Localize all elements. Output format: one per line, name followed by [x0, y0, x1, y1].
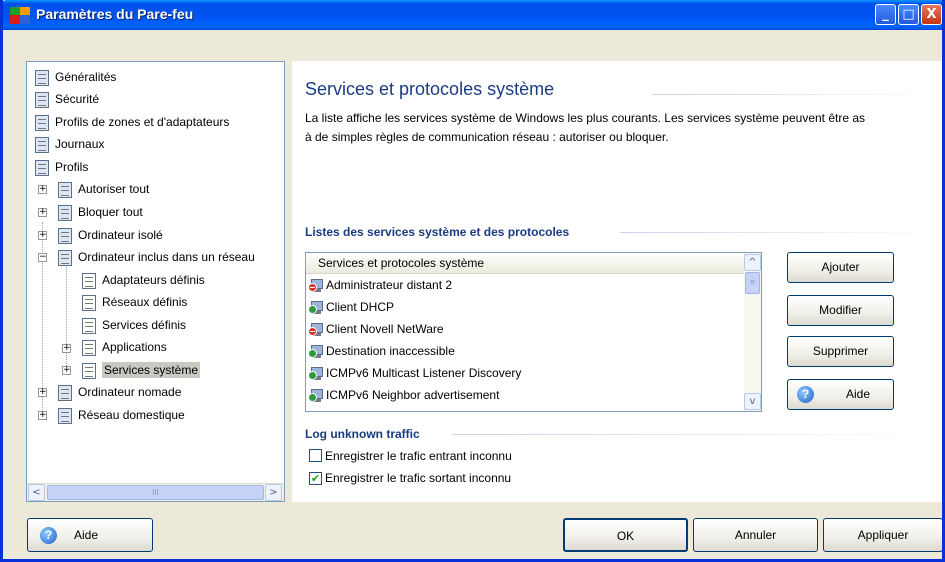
- expand-toggle-icon[interactable]: +: [38, 231, 47, 240]
- tree-horizontal-scrollbar[interactable]: < III >: [27, 483, 284, 501]
- log-outgoing-label[interactable]: Enregistrer le trafic sortant inconnu: [325, 471, 511, 485]
- cancel-button[interactable]: Annuler: [693, 518, 818, 552]
- tree-item-securite[interactable]: Sécurité: [35, 89, 99, 109]
- add-button[interactable]: Ajouter: [787, 252, 894, 283]
- tree-item-ordinateur-reseau[interactable]: Ordinateur inclus dans un réseau: [58, 247, 255, 267]
- scroll-thumb[interactable]: ≡: [745, 272, 760, 294]
- page-description: La liste affiche les services système de…: [305, 111, 866, 144]
- document-icon: [82, 272, 96, 289]
- list-item[interactable]: Destination inaccessible: [308, 341, 744, 362]
- list-section-title: Listes des services système et des proto…: [305, 225, 570, 239]
- section-divider: [452, 434, 940, 435]
- title-bar[interactable]: Paramètres du Pare-feu _ □ X: [3, 0, 942, 30]
- minimize-button[interactable]: _: [875, 4, 896, 25]
- page-title: Services et protocoles système: [305, 79, 555, 99]
- service-allowed-icon: [308, 344, 324, 360]
- scroll-thumb[interactable]: III: [47, 485, 264, 500]
- close-button[interactable]: X: [921, 4, 942, 25]
- document-icon: [58, 407, 72, 424]
- list-item[interactable]: Client Novell NetWare: [308, 319, 744, 340]
- tree-connector-line: [42, 222, 43, 412]
- expand-toggle-icon[interactable]: +: [38, 208, 47, 217]
- tree-item-reseaux-definis[interactable]: Réseaux définis: [82, 292, 187, 312]
- expand-toggle-icon[interactable]: +: [62, 344, 71, 353]
- scroll-right-button[interactable]: >: [265, 484, 282, 501]
- tree-item-applications[interactable]: Applications: [82, 337, 167, 357]
- document-icon: [58, 227, 72, 244]
- tree-item-autoriser-tout[interactable]: Autoriser tout: [58, 179, 149, 199]
- title-divider: [652, 94, 942, 95]
- document-icon: [35, 136, 49, 153]
- tree-item-services-systeme[interactable]: Services système: [82, 360, 201, 380]
- document-icon: [82, 317, 96, 334]
- apply-button[interactable]: Appliquer: [823, 518, 942, 552]
- list-item[interactable]: Administrateur distant 2: [308, 275, 744, 296]
- tree-connector-line: [66, 267, 67, 372]
- service-allowed-icon: [308, 300, 324, 316]
- document-icon: [58, 384, 72, 401]
- expand-toggle-icon[interactable]: +: [62, 366, 71, 375]
- expand-toggle-icon[interactable]: +: [38, 411, 47, 420]
- footer-help-button[interactable]: ? Aide: [27, 518, 153, 552]
- scroll-left-button[interactable]: <: [28, 484, 45, 501]
- list-item[interactable]: ICMPv6 Multicast Listener Discovery: [308, 363, 744, 384]
- tree-item-bloquer-tout[interactable]: Bloquer tout: [58, 202, 143, 222]
- document-icon: [82, 294, 96, 311]
- log-incoming-checkbox[interactable]: [309, 449, 322, 462]
- tree-item-ordinateur-isole[interactable]: Ordinateur isolé: [58, 225, 163, 245]
- log-outgoing-checkbox[interactable]: ✔: [309, 472, 322, 485]
- tree-item-ordinateur-nomade[interactable]: Ordinateur nomade: [58, 382, 181, 402]
- delete-button[interactable]: Supprimer: [787, 336, 894, 367]
- tree-item-adaptateurs-definis[interactable]: Adaptateurs définis: [82, 270, 205, 290]
- document-icon: [35, 91, 49, 108]
- scroll-up-button[interactable]: ^: [744, 254, 761, 271]
- document-icon: [58, 181, 72, 198]
- scroll-down-button[interactable]: v: [744, 393, 761, 410]
- service-blocked-icon: [308, 322, 324, 338]
- firewall-settings-window: Paramètres du Pare-feu _ □ X Généralités…: [0, 0, 945, 562]
- document-icon: [35, 114, 49, 131]
- help-icon: ?: [40, 527, 57, 544]
- tree-item-reseau-domestique[interactable]: Réseau domestique: [58, 405, 185, 425]
- list-column-header[interactable]: Services et protocoles système: [306, 253, 744, 274]
- ok-button[interactable]: OK: [563, 518, 688, 552]
- document-icon: [82, 362, 96, 379]
- navigation-tree[interactable]: Généralités Sécurité Profils de zones et…: [26, 61, 285, 502]
- log-section-title: Log unknown traffic: [305, 427, 420, 441]
- expand-toggle-icon[interactable]: +: [38, 388, 47, 397]
- collapse-toggle-icon[interactable]: −: [38, 253, 47, 262]
- list-help-button[interactable]: ? Aide: [787, 379, 894, 410]
- document-icon: [58, 249, 72, 266]
- document-icon: [35, 69, 49, 86]
- document-icon: [58, 204, 72, 221]
- tree-item-profils[interactable]: Profils: [35, 157, 88, 177]
- window-title: Paramètres du Pare-feu: [36, 6, 194, 22]
- service-allowed-icon: [308, 388, 324, 404]
- tree-item-generalites[interactable]: Généralités: [35, 67, 116, 87]
- list-item[interactable]: ICMPv6 Neighbor advertisement: [308, 385, 744, 406]
- expand-toggle-icon[interactable]: +: [38, 185, 47, 194]
- system-services-list[interactable]: Services et protocoles système Administr…: [305, 252, 762, 412]
- service-blocked-icon: [308, 278, 324, 294]
- tree-item-journaux[interactable]: Journaux: [35, 134, 104, 154]
- tree-item-services-definis[interactable]: Services définis: [82, 315, 186, 335]
- help-icon: ?: [797, 386, 814, 403]
- modify-button[interactable]: Modifier: [787, 295, 894, 326]
- log-incoming-label[interactable]: Enregistrer le trafic entrant inconnu: [325, 449, 512, 463]
- maximize-button[interactable]: □: [898, 4, 919, 25]
- list-vertical-scrollbar[interactable]: ^ ≡ v: [744, 253, 761, 411]
- document-icon: [82, 339, 96, 356]
- section-divider: [620, 232, 940, 233]
- app-logo-icon: [10, 7, 30, 24]
- document-icon: [35, 159, 49, 176]
- tree-item-profils-zones[interactable]: Profils de zones et d'adaptateurs: [35, 112, 229, 132]
- content-panel: Services et protocoles système La liste …: [292, 61, 942, 502]
- list-item[interactable]: Client DHCP: [308, 297, 744, 318]
- service-allowed-icon: [308, 366, 324, 382]
